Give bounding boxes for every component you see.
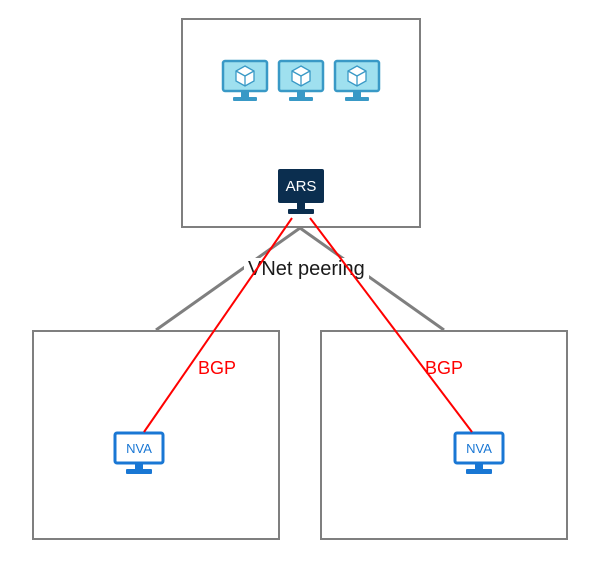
bgp-left-label: BGP [198,358,236,379]
nva-right-label: NVA [466,441,492,456]
ars-server-icon: ARS [274,167,328,217]
vm-monitor-icon [220,58,270,109]
hub-vnet-box: ARS [181,18,421,228]
spoke-vnet-left-box: NVA [32,330,280,540]
nva-node-left: NVA [112,430,166,483]
vm-row [183,58,419,109]
ars-label: ARS [286,178,317,195]
vnet-peering-label: VNet peering [244,258,369,281]
vm-monitor-icon [276,58,326,109]
bgp-right-label: BGP [425,358,463,379]
vm-monitor-icon [332,58,382,109]
ars-node: ARS [274,167,328,222]
diagram-canvas: ARS NVA NVA VNet peer [0,0,600,570]
nva-node-right: NVA [452,430,506,483]
nva-server-icon: NVA [452,430,506,478]
nva-server-icon: NVA [112,430,166,478]
nva-left-label: NVA [126,441,152,456]
